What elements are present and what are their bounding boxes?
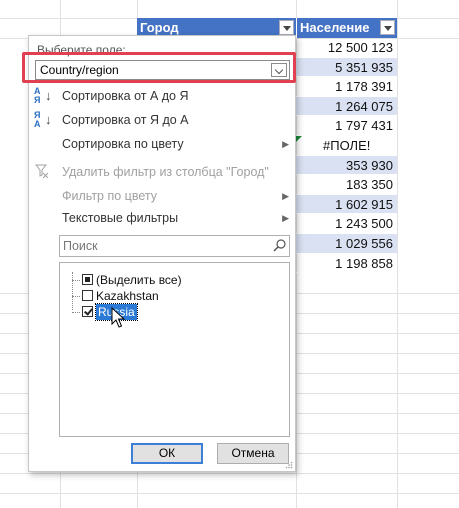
population-cell[interactable]: 1 178 391	[296, 77, 397, 97]
population-cell[interactable]: 1 264 075	[296, 96, 397, 117]
tree-connector	[72, 280, 80, 281]
clear-filter-icon	[35, 164, 49, 178]
mouse-cursor-icon	[111, 307, 126, 328]
population-cell[interactable]: 1 243 500	[296, 214, 397, 234]
population-cell[interactable]: 5 351 935	[296, 57, 397, 78]
submenu-arrow-icon: ▶	[282, 213, 289, 223]
population-cell[interactable]: 183 350	[296, 175, 397, 195]
checkbox-unchecked[interactable]	[82, 290, 93, 301]
population-column: 12 500 123 5 351 935 1 178 391 1 264 075…	[296, 38, 397, 274]
menu-item-text-filters[interactable]: Текстовые фильтры ▶	[29, 206, 297, 230]
submenu-arrow-icon: ▶	[282, 139, 289, 149]
city-filter-button[interactable]	[279, 20, 294, 35]
tree-connector	[72, 272, 73, 310]
menu-item-label: Удалить фильтр из столбца "Город"	[62, 165, 269, 179]
sort-za-icon: Я А ↓	[34, 110, 52, 129]
filter-values-list: (Выделить все) Kazakhstan Russia	[59, 262, 290, 437]
field-select-highlight	[22, 52, 296, 83]
population-filter-button[interactable]	[380, 20, 395, 35]
population-cell[interactable]: 1 198 858	[296, 254, 397, 274]
menu-item-sort-by-color[interactable]: Сортировка по цвету ▶	[29, 132, 297, 156]
ok-button[interactable]: ОК	[131, 443, 203, 464]
column-header-city-label: Город	[140, 20, 179, 35]
population-cell[interactable]: 12 500 123	[296, 38, 397, 58]
list-item-label: Kazakhstan	[96, 289, 159, 303]
menu-item-label: Сортировка по цвету	[62, 137, 184, 151]
menu-item-sort-az[interactable]: А Я ↓ Сортировка от А до Я	[29, 84, 297, 108]
checkbox-checked[interactable]	[82, 306, 93, 317]
search-placeholder: Поиск	[63, 239, 98, 253]
cancel-button[interactable]: Отмена	[217, 443, 289, 464]
list-item-label: (Выделить все)	[96, 273, 182, 287]
tree-connector	[72, 296, 80, 297]
search-input[interactable]: Поиск	[59, 235, 290, 257]
resize-grip-icon[interactable]	[285, 461, 293, 469]
column-header-population[interactable]: Население	[296, 18, 397, 38]
menu-item-sort-za[interactable]: Я А ↓ Сортировка от Я до А	[29, 108, 297, 132]
autofilter-popup: Выберите поле: Country/region А Я ↓ Сортир…	[28, 35, 296, 472]
menu-item-label: Фильтр по цвету	[62, 189, 157, 203]
tree-connector	[72, 312, 80, 313]
menu-item-clear-filter: Удалить фильтр из столбца "Город"	[29, 160, 297, 184]
population-cell[interactable]: 1 602 915	[296, 194, 397, 215]
population-cell[interactable]: 353 930	[296, 155, 397, 176]
column-header-population-label: Население	[300, 20, 370, 35]
menu-item-label: Текстовые фильтры	[62, 211, 179, 225]
menu-item-label: Сортировка от А до Я	[62, 89, 189, 103]
population-cell[interactable]: 1 797 431	[296, 116, 397, 136]
checkbox-indeterminate[interactable]	[82, 274, 93, 285]
search-icon	[273, 239, 286, 252]
population-cell-error[interactable]: #ПОЛЕ!	[296, 136, 397, 156]
menu-item-filter-by-color: Фильтр по цвету ▶	[29, 184, 297, 208]
menu-item-label: Сортировка от Я до А	[62, 113, 189, 127]
sort-az-icon: А Я ↓	[34, 86, 52, 105]
submenu-arrow-icon: ▶	[282, 191, 289, 201]
population-cell[interactable]: 1 029 556	[296, 233, 397, 254]
